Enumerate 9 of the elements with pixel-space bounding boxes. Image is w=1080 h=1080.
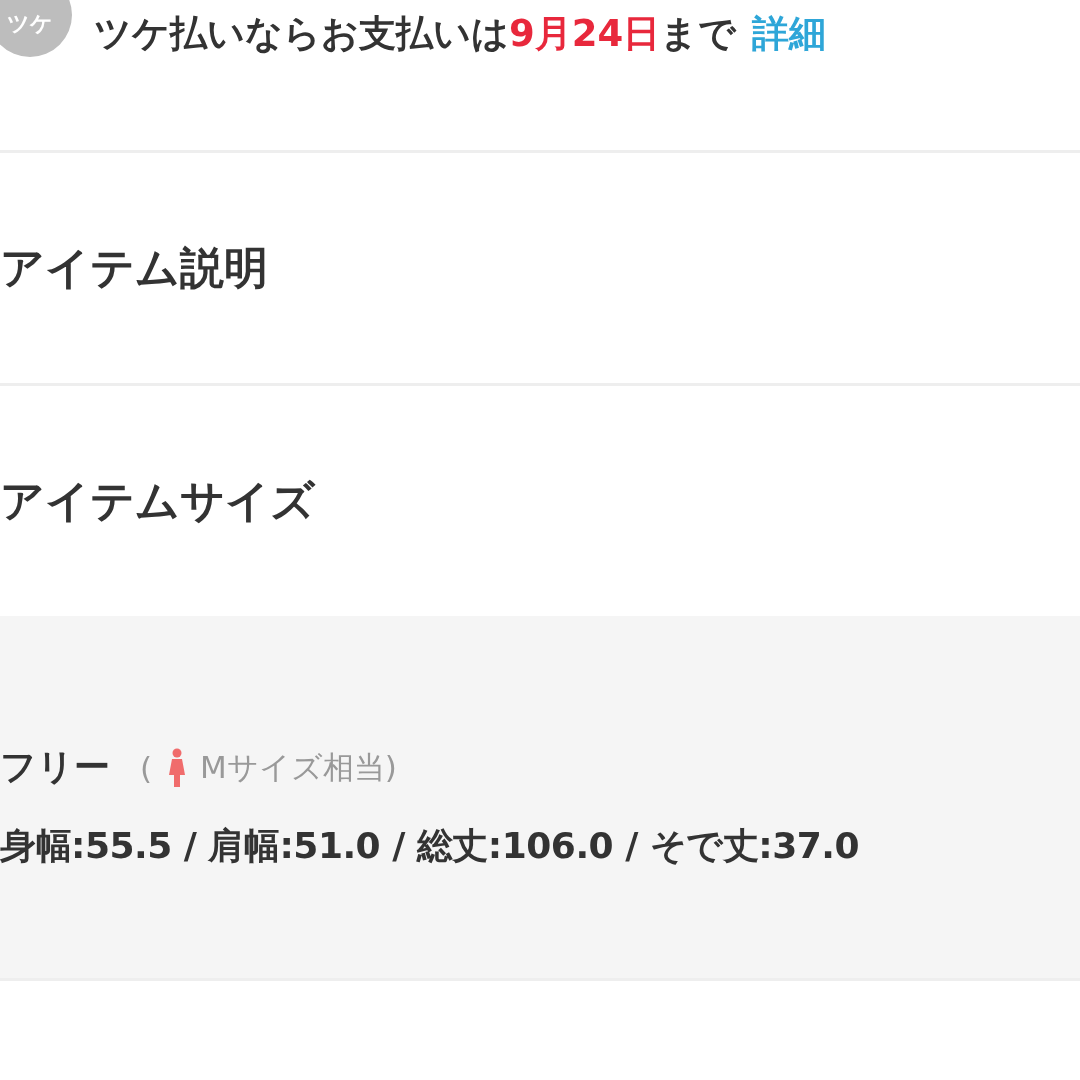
payment-notice: ツケ払いならお支払いは9月24日 まで 詳細 bbox=[94, 11, 827, 57]
section-title: アイテムサイズ bbox=[0, 473, 315, 528]
parenthesis: ( bbox=[140, 749, 153, 786]
measurements: 身幅:55.5 / 肩幅:51.0 / 総丈:106.0 / そで丈:37.0 bbox=[0, 824, 861, 868]
tsuke-badge: ツケ bbox=[0, 0, 72, 57]
size-equivalent: Mサイズ相当) bbox=[200, 747, 397, 787]
size-label: フリー bbox=[0, 745, 110, 789]
details-link[interactable]: 詳細 bbox=[752, 12, 827, 55]
section-title: アイテム説明 bbox=[0, 240, 268, 295]
